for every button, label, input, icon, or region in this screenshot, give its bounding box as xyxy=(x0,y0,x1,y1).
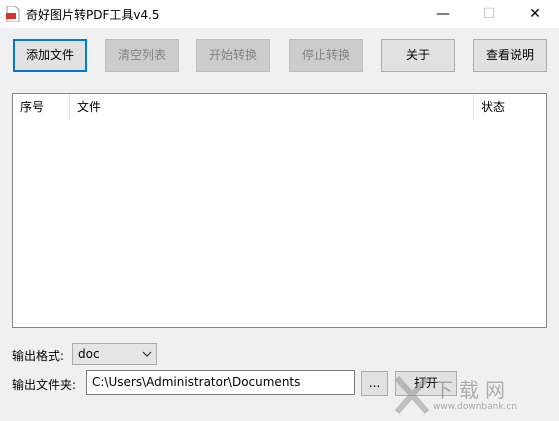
start-convert-button[interactable]: 开始转换 xyxy=(196,39,270,72)
clear-list-button[interactable]: 清空列表 xyxy=(105,39,179,72)
close-button[interactable]: ✕ xyxy=(512,0,558,28)
file-list[interactable]: 序号 文件 状态 xyxy=(12,93,547,328)
help-button[interactable]: 查看说明 xyxy=(473,39,547,72)
output-format-label: 输出格式: xyxy=(12,349,65,363)
output-format-value: doc xyxy=(78,347,100,361)
open-folder-button[interactable]: 打开 xyxy=(395,371,457,396)
column-header-status[interactable]: 状态 xyxy=(474,94,546,120)
watermark-url: www.downbank.cn xyxy=(433,402,518,412)
window-title: 奇好图片转PDF工具v4.5 xyxy=(26,8,160,22)
output-format-select[interactable]: doc xyxy=(72,343,157,365)
output-folder-value: C:\Users\Administrator\Documents xyxy=(92,375,301,389)
column-header-index[interactable]: 序号 xyxy=(13,94,70,120)
column-header-file[interactable]: 文件 xyxy=(70,94,474,120)
output-folder-label: 输出文件夹: xyxy=(12,378,77,392)
maximize-button[interactable]: ☐ xyxy=(466,0,512,28)
chevron-down-icon xyxy=(142,351,152,357)
pdf-app-icon xyxy=(6,6,20,22)
add-file-button[interactable]: 添加文件 xyxy=(13,39,87,72)
title-bar: 奇好图片转PDF工具v4.5 — ☐ ✕ xyxy=(0,0,559,28)
output-folder-input[interactable]: C:\Users\Administrator\Documents xyxy=(86,370,355,395)
minimize-button[interactable]: — xyxy=(420,0,466,28)
stop-convert-button[interactable]: 停止转换 xyxy=(289,39,363,72)
about-button[interactable]: 关于 xyxy=(381,39,455,72)
browse-button[interactable]: ... xyxy=(361,371,388,396)
